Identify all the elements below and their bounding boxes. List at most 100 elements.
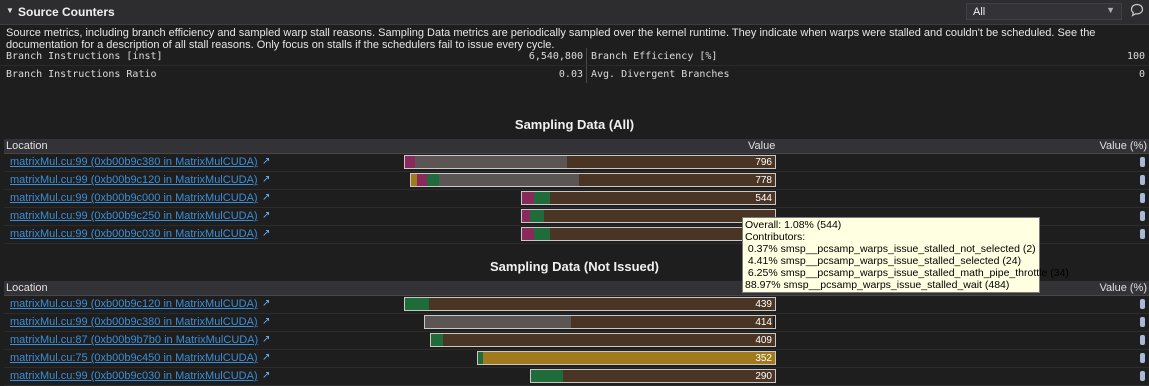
chevron-down-icon: ▼ xyxy=(1106,5,1115,15)
section-header[interactable]: ▼ Source Counters All ▼ xyxy=(0,0,1149,25)
sampling-all-title: Sampling Data (All) xyxy=(514,117,635,132)
bar-segment xyxy=(427,174,439,186)
external-link-icon[interactable]: ↗ xyxy=(262,298,270,309)
location-link[interactable]: matrixMul.cu:99 (0xb00b9c380 in MatrixMu… xyxy=(10,316,258,328)
bar-segment xyxy=(415,156,567,168)
location-link[interactable]: matrixMul.cu:99 (0xb00b9c380 in MatrixMu… xyxy=(10,156,258,168)
value-pct-icon xyxy=(1140,371,1145,381)
column-header-value[interactable]: Value xyxy=(748,140,775,152)
value-pct-icon xyxy=(1140,335,1145,345)
location-link[interactable]: matrixMul.cu:87 (0xb00b9b7b0 in MatrixMu… xyxy=(10,334,258,346)
tooltip-line: 6.25% smsp__pcsamp_warps_issue_stalled_m… xyxy=(745,267,1069,279)
location-link[interactable]: matrixMul.cu:99 (0xb00b9c120 in MatrixMu… xyxy=(10,174,258,186)
table-row[interactable]: matrixMul.cu:99 (0xb00b9c030 in MatrixMu… xyxy=(4,368,1149,386)
value-pct-icon xyxy=(1140,317,1145,327)
collapse-arrow-icon[interactable]: ▼ xyxy=(6,6,14,15)
column-divider xyxy=(586,66,587,83)
external-link-icon[interactable]: ↗ xyxy=(262,370,270,381)
column-header-location[interactable]: Location xyxy=(6,282,48,294)
comment-icon[interactable] xyxy=(1130,3,1144,17)
sampling-not-issued-table: Location Value (%) matrixMul.cu:99 (0xb0… xyxy=(4,281,1149,386)
value-bar xyxy=(521,209,776,223)
value-bar: 409 xyxy=(430,333,776,347)
external-link-icon[interactable]: ↗ xyxy=(262,228,270,239)
bar-segment xyxy=(579,174,775,186)
bar-segment xyxy=(439,174,579,186)
tooltip-line: 0.37% smsp__pcsamp_warps_issue_stalled_n… xyxy=(745,243,1036,255)
column-header-value-pct[interactable]: Value (%) xyxy=(1100,140,1147,152)
metric-label: Branch Efficiency [%] xyxy=(591,51,718,62)
bar-segment xyxy=(483,352,775,364)
bar-segment xyxy=(571,316,773,328)
value-bar: 796 xyxy=(404,155,776,169)
bar-segment xyxy=(443,334,775,346)
table-row[interactable]: matrixMul.cu:99 (0xb00b9c000 in MatrixMu… xyxy=(4,190,1149,208)
value-bar xyxy=(521,227,776,241)
bar-segment xyxy=(550,192,775,204)
metric-value: 0 xyxy=(1138,69,1145,80)
value-pct-icon xyxy=(1140,353,1145,363)
value-number: 414 xyxy=(755,317,772,328)
location-link[interactable]: matrixMul.cu:99 (0xb00b9c120 in MatrixMu… xyxy=(10,298,258,310)
external-link-icon[interactable]: ↗ xyxy=(262,192,270,203)
location-link[interactable]: matrixMul.cu:99 (0xb00b9c030 in MatrixMu… xyxy=(10,370,258,382)
external-link-icon[interactable]: ↗ xyxy=(262,334,270,345)
value-pct-icon xyxy=(1140,175,1145,185)
metric-value: 100 xyxy=(1126,51,1145,62)
value-pct-icon xyxy=(1140,299,1145,309)
metric-value: 0.03 xyxy=(558,69,583,80)
bar-segment xyxy=(431,334,443,346)
table-row[interactable]: matrixMul.cu:99 (0xb00b9c120 in MatrixMu… xyxy=(4,172,1149,190)
value-number: 439 xyxy=(755,299,772,310)
location-link[interactable]: matrixMul.cu:99 (0xb00b9c250 in MatrixMu… xyxy=(10,210,258,222)
section-title: Source Counters xyxy=(18,5,115,19)
table-row[interactable]: matrixMul.cu:99 (0xb00b9c380 in MatrixMu… xyxy=(4,314,1149,332)
column-header-location[interactable]: Location xyxy=(6,140,48,152)
metric-label: Avg. Divergent Branches xyxy=(591,69,730,80)
column-header-value-pct[interactable]: Value (%) xyxy=(1100,282,1147,294)
metric-label: Branch Instructions Ratio xyxy=(6,69,157,80)
external-link-icon[interactable]: ↗ xyxy=(262,156,270,167)
value-number: 290 xyxy=(755,371,772,382)
value-pct-icon xyxy=(1140,193,1145,203)
column-divider xyxy=(586,48,587,65)
table-row[interactable]: matrixMul.cu:99 (0xb00b9c120 in MatrixMu… xyxy=(4,296,1149,314)
value-bar: 352 xyxy=(477,351,776,365)
bar-segment xyxy=(417,174,427,186)
value-number: 544 xyxy=(755,193,772,204)
bar-segment xyxy=(567,156,775,168)
location-link[interactable]: matrixMul.cu:75 (0xb00b9c450 in MatrixMu… xyxy=(10,352,258,364)
value-bar: 544 xyxy=(521,191,776,205)
bar-segment xyxy=(530,210,544,222)
table-row[interactable]: matrixMul.cu:99 (0xb00b9c380 in MatrixMu… xyxy=(4,154,1149,172)
metrics-row: Branch Instructions Ratio 0.03 Avg. Dive… xyxy=(0,65,1149,83)
table-row[interactable]: matrixMul.cu:87 (0xb00b9b7b0 in MatrixMu… xyxy=(4,332,1149,350)
external-link-icon[interactable]: ↗ xyxy=(262,352,270,363)
bar-segment xyxy=(534,192,550,204)
bar-segment xyxy=(563,370,775,382)
table-row[interactable]: matrixMul.cu:75 (0xb00b9c450 in MatrixMu… xyxy=(4,350,1149,368)
filter-dropdown[interactable]: All ▼ xyxy=(966,3,1122,20)
bar-segment xyxy=(522,210,530,222)
metrics-table: Branch Instructions [inst] 6,540,800 Bra… xyxy=(0,48,1149,83)
bar-segment xyxy=(522,192,534,204)
value-number: 796 xyxy=(755,157,772,168)
value-bar: 439 xyxy=(404,297,776,311)
metrics-row: Branch Instructions [inst] 6,540,800 Bra… xyxy=(0,48,1149,65)
contributors-tooltip: Overall: 1.08% (544) Contributors: 0.37%… xyxy=(742,217,1069,293)
tooltip-line: Overall: 1.08% (544) xyxy=(745,219,842,231)
value-pct-icon xyxy=(1140,229,1145,239)
filter-value: All xyxy=(973,6,986,18)
tooltip-line: 4.41% smsp__pcsamp_warps_issue_stalled_s… xyxy=(745,255,1022,267)
bar-segment xyxy=(429,298,775,310)
bar-segment xyxy=(405,298,429,310)
value-number: 352 xyxy=(755,353,772,364)
external-link-icon[interactable]: ↗ xyxy=(262,210,270,221)
location-link[interactable]: matrixMul.cu:99 (0xb00b9c030 in MatrixMu… xyxy=(10,228,258,240)
bar-segment xyxy=(531,370,563,382)
external-link-icon[interactable]: ↗ xyxy=(262,174,270,185)
bar-segment xyxy=(425,316,571,328)
external-link-icon[interactable]: ↗ xyxy=(262,316,270,327)
location-link[interactable]: matrixMul.cu:99 (0xb00b9c000 in MatrixMu… xyxy=(10,192,258,204)
bar-segment xyxy=(405,156,415,168)
